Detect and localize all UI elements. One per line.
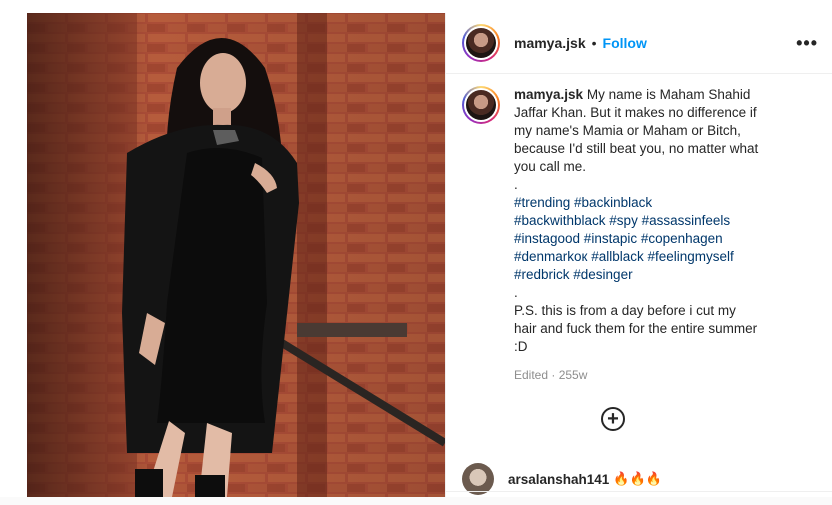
hashtags: #trending #backinblack #backwithblack #s… <box>514 194 762 284</box>
follow-button[interactable]: Follow <box>603 35 647 51</box>
photo-illustration <box>27 13 445 497</box>
caption: mamya.jsk My name is Maham Shahid Jaffar… <box>462 86 814 384</box>
edited-timestamp: Edited · 255w <box>514 368 588 382</box>
caption-body: mamya.jsk My name is Maham Shahid Jaffar… <box>514 86 762 384</box>
action-bar <box>446 491 832 505</box>
author-avatar[interactable] <box>462 24 500 62</box>
more-options-icon[interactable]: ••• <box>796 33 818 54</box>
separator-dot: • <box>591 35 597 51</box>
post-header: mamya.jsk • Follow ••• <box>446 13 832 74</box>
caption-ps: P.S. this is from a day before i cut my … <box>514 303 758 354</box>
avatar-frame <box>464 26 498 60</box>
author-username[interactable]: mamya.jsk <box>514 35 586 51</box>
avatar-frame <box>464 88 498 122</box>
caption-separator: . <box>514 177 518 192</box>
post-modal: mamya.jsk • Follow ••• mamya.jsk My name… <box>27 13 832 497</box>
hashtag-line[interactable]: #redbrick #desinger <box>514 266 762 284</box>
post-sidebar: mamya.jsk • Follow ••• mamya.jsk My name… <box>445 13 832 497</box>
caption-author-avatar[interactable] <box>462 86 500 124</box>
hashtag-line[interactable]: #denmarkок #allblack #feelingmyself <box>514 248 762 266</box>
avatar-image <box>466 28 496 58</box>
comment-text: 🔥🔥🔥 <box>613 471 662 486</box>
post-photo[interactable] <box>27 13 445 497</box>
caption-username[interactable]: mamya.jsk <box>514 87 583 102</box>
avatar-image <box>466 90 496 120</box>
load-more-comments-button[interactable]: + <box>601 407 625 431</box>
commenter-username[interactable]: arsalanshah141 <box>508 472 609 487</box>
caption-separator: . <box>514 285 518 300</box>
hashtag-line[interactable]: #trending #backinblack <box>514 194 762 212</box>
hashtag-line[interactable]: #backwithblack #spy #assassinfeels <box>514 212 762 230</box>
hashtag-line[interactable]: #instagood #instapic #copenhagen <box>514 230 762 248</box>
